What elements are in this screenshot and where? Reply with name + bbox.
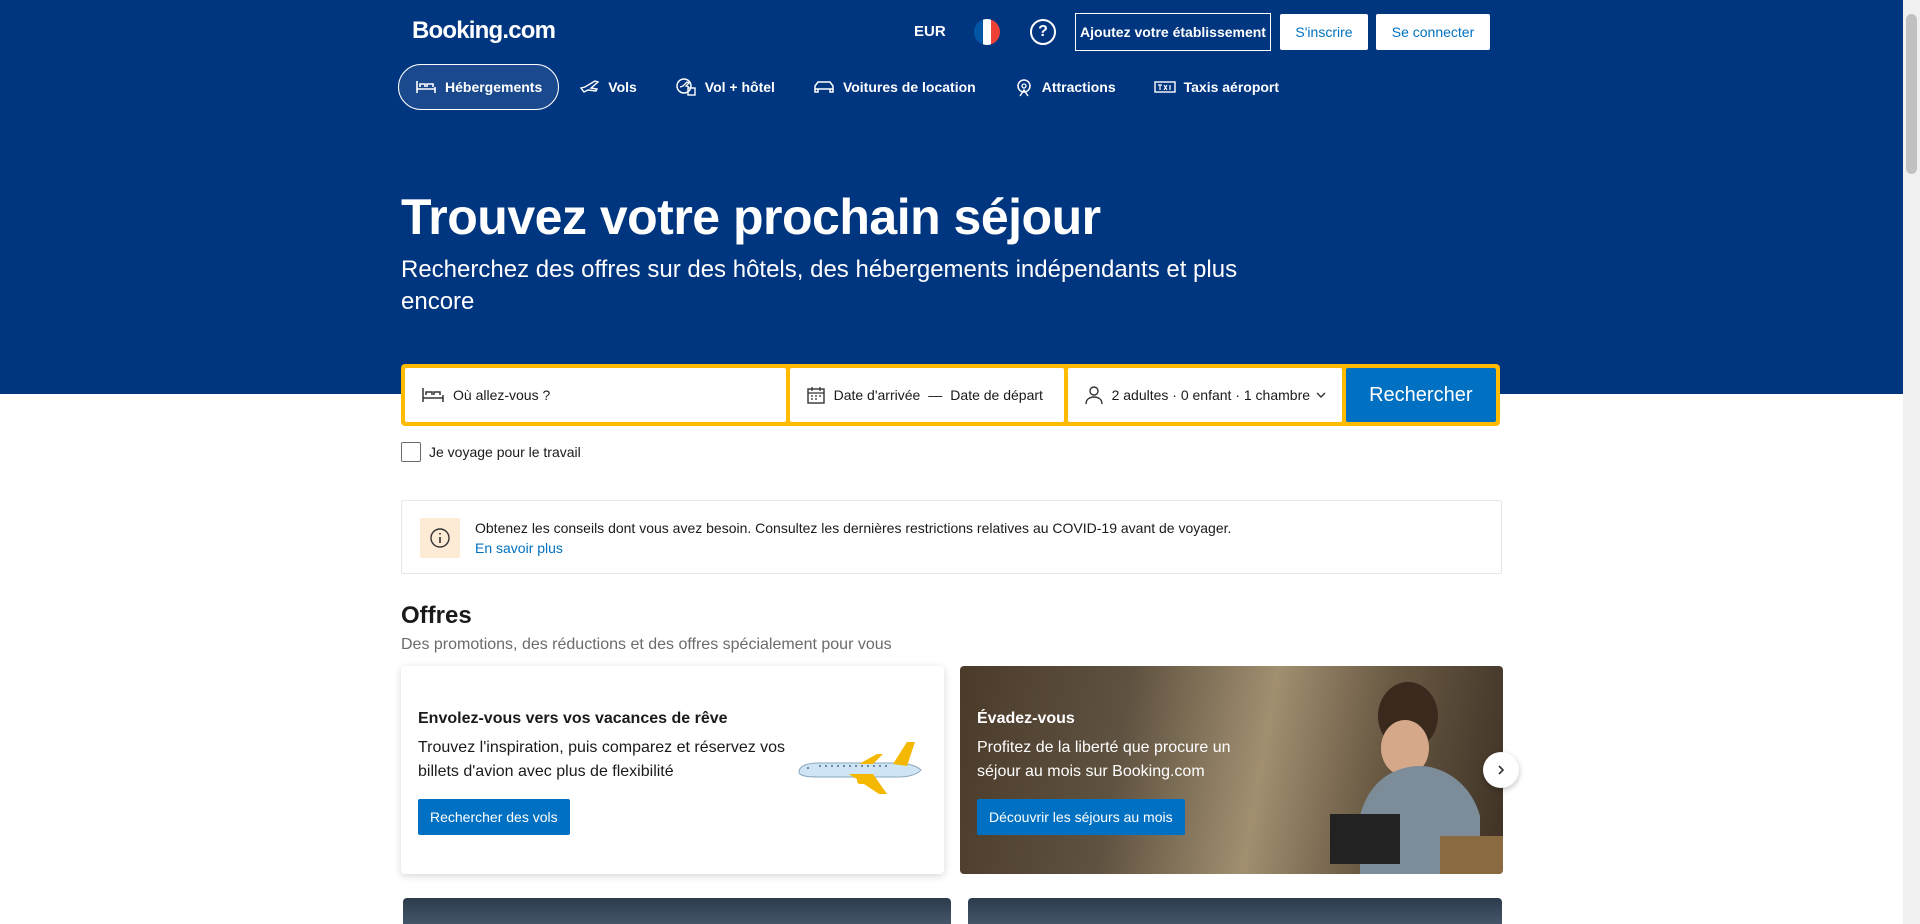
nav-item-label: Voitures de location — [842, 79, 976, 95]
destination-field[interactable]: Où allez-vous ? — [405, 368, 786, 422]
taxi-icon — [1153, 81, 1176, 93]
bed-icon — [416, 81, 436, 93]
offer-card-title: Envolez-vous vers vos vacances de rêve — [418, 710, 728, 727]
checkout-label: Date de départ — [950, 387, 1043, 403]
hero-subtitle: Recherchez des offres sur des hôtels, de… — [401, 256, 1238, 315]
list-property-button[interactable]: Ajoutez votre établissement — [1075, 13, 1271, 51]
language-flag-icon[interactable] — [974, 19, 1000, 45]
search-flights-button[interactable]: Rechercher des vols — [418, 799, 570, 835]
work-trip-checkbox[interactable] — [401, 442, 421, 462]
offer-card-monthly-stays: Évadez-vous Profitez de la liberté que p… — [960, 666, 1503, 874]
scrollbar-thumb[interactable] — [1906, 14, 1917, 174]
page-scrollbar[interactable] — [1903, 0, 1920, 924]
calendar-icon — [806, 387, 825, 404]
offers-title: Offres — [401, 602, 472, 629]
booking-logo[interactable]: Booking.com — [412, 17, 556, 45]
register-button[interactable]: S'inscrire — [1280, 14, 1368, 50]
nav-item-label: Vol + hôtel — [704, 79, 775, 95]
destination-card[interactable] — [403, 898, 951, 924]
search-bar: Où allez-vous ? Date d'arrivée — Date de… — [401, 364, 1500, 426]
date-separator: — — [928, 387, 943, 403]
offer-card-text: Trouvez l'inspiration, puis comparez et … — [418, 739, 786, 780]
airplane-illustration — [798, 742, 922, 794]
currency-selector[interactable]: EUR — [914, 12, 946, 52]
chevron-right-icon — [1498, 765, 1505, 775]
offer-card-title: Évadez-vous — [977, 710, 1075, 727]
plane-icon — [580, 80, 600, 93]
offer-card-flights: Envolez-vous vers vos vacances de rêve T… — [401, 666, 944, 874]
product-nav: Hébergements Vols Vol + hôtel Voitures d… — [398, 64, 1300, 110]
help-icon[interactable]: ? — [1030, 19, 1056, 45]
nav-item-label: Vols — [608, 79, 637, 95]
work-trip-label[interactable]: Je voyage pour le travail — [429, 444, 581, 460]
nav-item-airport-taxis[interactable]: Taxis aéroport — [1137, 64, 1296, 110]
attractions-icon — [1016, 79, 1031, 97]
nav-item-label: Taxis aéroport — [1183, 79, 1280, 95]
covid-notice: Obtenez les conseils dont vous avez beso… — [401, 500, 1502, 574]
notice-text: Obtenez les conseils dont vous avez beso… — [475, 518, 1235, 558]
monthly-stays-button[interactable]: Découvrir les séjours au mois — [977, 799, 1185, 835]
person-laptop-photo — [1330, 682, 1503, 874]
person-icon — [1084, 386, 1103, 405]
nav-item-accommodations[interactable]: Hébergements — [398, 64, 560, 110]
guests-field[interactable]: 2 adultes · 0 enfant · 1 chambre — [1067, 368, 1342, 422]
learn-more-link[interactable]: En savoir plus — [475, 540, 563, 556]
guests-summary: 2 adultes · 0 enfant · 1 chambre — [1111, 387, 1311, 403]
nav-item-attractions[interactable]: Attractions — [997, 64, 1133, 110]
car-icon — [814, 81, 834, 93]
carousel-next-button[interactable] — [1483, 752, 1519, 788]
hero-title: Trouvez votre prochain séjour — [401, 189, 1101, 245]
sign-in-button[interactable]: Se connecter — [1376, 14, 1490, 50]
work-trip-option: Je voyage pour le travail — [401, 442, 581, 462]
nav-item-flight-hotel[interactable]: Vol + hôtel — [658, 64, 792, 110]
chevron-down-icon — [1316, 392, 1326, 398]
destination-card[interactable] — [968, 898, 1502, 924]
checkin-label: Date d'arrivée — [833, 387, 921, 403]
offer-card-text: Profitez de la liberté que procure un sé… — [977, 739, 1231, 780]
flight-hotel-icon — [676, 78, 696, 96]
nav-item-car-rental[interactable]: Voitures de location — [796, 64, 993, 110]
nav-item-label: Attractions — [1041, 79, 1116, 95]
notice-message: Obtenez les conseils dont vous avez beso… — [475, 520, 1232, 536]
offers-subtitle: Des promotions, des réductions et des of… — [401, 636, 892, 653]
bed-icon — [422, 388, 444, 402]
date-field[interactable]: Date d'arrivée — Date de départ — [789, 368, 1064, 422]
nav-item-label: Hébergements — [445, 79, 543, 95]
search-button[interactable]: Rechercher — [1345, 368, 1496, 422]
info-icon — [420, 518, 460, 558]
nav-item-flights[interactable]: Vols — [563, 64, 654, 110]
destination-placeholder: Où allez-vous ? — [453, 387, 551, 403]
